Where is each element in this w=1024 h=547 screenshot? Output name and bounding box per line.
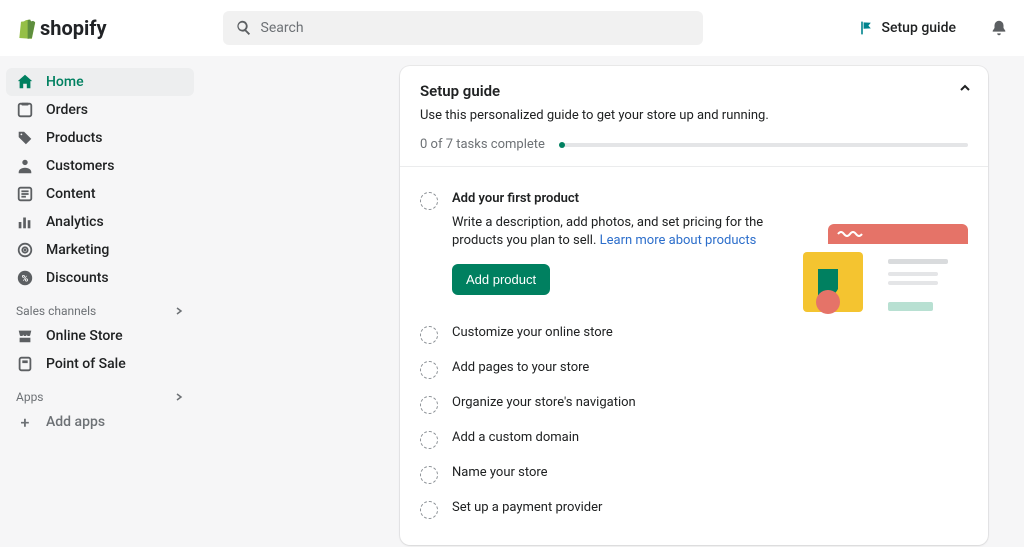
sidebar-item-analytics[interactable]: Analytics bbox=[6, 208, 194, 236]
search-icon bbox=[235, 19, 253, 37]
task-checkbox[interactable] bbox=[420, 396, 438, 414]
products-icon bbox=[16, 129, 34, 147]
flag-icon bbox=[858, 20, 874, 36]
task-checkbox[interactable] bbox=[420, 192, 438, 210]
analytics-icon bbox=[16, 213, 34, 231]
sidebar-item-products[interactable]: Products bbox=[6, 124, 194, 152]
customers-icon bbox=[16, 157, 34, 175]
online-store-icon bbox=[16, 327, 34, 345]
sidebar: Home Orders Products Customers Content A… bbox=[0, 56, 200, 545]
notifications-icon[interactable] bbox=[990, 19, 1008, 37]
task-checkbox[interactable] bbox=[420, 361, 438, 379]
setup-guide-title: Setup guide bbox=[420, 82, 968, 100]
sidebar-item-home[interactable]: Home bbox=[6, 68, 194, 96]
sidebar-item-orders[interactable]: Orders bbox=[6, 96, 194, 124]
task-add-pages[interactable]: Add pages to your store bbox=[420, 352, 968, 387]
progress-text: 0 of 7 tasks complete bbox=[420, 137, 545, 152]
setup-guide-link[interactable]: Setup guide bbox=[858, 20, 956, 36]
brand-name: shopify bbox=[40, 16, 107, 40]
chevron-up-icon bbox=[958, 81, 972, 95]
sidebar-item-online-store[interactable]: Online Store bbox=[6, 322, 194, 350]
shopify-bag-icon bbox=[16, 17, 36, 39]
sidebar-item-content[interactable]: Content bbox=[6, 180, 194, 208]
sidebar-item-discounts[interactable]: % Discounts bbox=[6, 264, 194, 292]
product-illustration bbox=[803, 224, 968, 334]
progress-bar bbox=[559, 143, 968, 147]
task-payment-provider[interactable]: Set up a payment provider bbox=[420, 492, 968, 527]
discounts-icon: % bbox=[16, 269, 34, 287]
task-name-store[interactable]: Name your store bbox=[420, 457, 968, 492]
task-checkbox[interactable] bbox=[420, 466, 438, 484]
orders-icon bbox=[16, 101, 34, 119]
svg-text:%: % bbox=[22, 275, 29, 285]
search-placeholder: Search bbox=[261, 20, 304, 36]
sidebar-item-add-apps[interactable]: + Add apps bbox=[6, 408, 194, 436]
sidebar-item-pos[interactable]: Point of Sale bbox=[6, 350, 194, 378]
task-organize-nav[interactable]: Organize your store's navigation bbox=[420, 387, 968, 422]
task-description: Write a description, add photos, and set… bbox=[452, 214, 772, 250]
home-icon bbox=[16, 73, 34, 91]
sidebar-item-customers[interactable]: Customers bbox=[6, 152, 194, 180]
marketing-icon bbox=[16, 241, 34, 259]
plus-icon: + bbox=[16, 413, 34, 431]
task-checkbox[interactable] bbox=[420, 431, 438, 449]
task-checkbox[interactable] bbox=[420, 326, 438, 344]
main-content: Setup guide Use this personalized guide … bbox=[200, 56, 1024, 545]
pos-icon bbox=[16, 355, 34, 373]
apps-header[interactable]: Apps bbox=[6, 378, 194, 408]
search-input[interactable]: Search bbox=[223, 11, 703, 45]
shopify-logo[interactable]: shopify bbox=[16, 16, 107, 40]
task-title: Add your first product bbox=[452, 191, 968, 206]
setup-guide-card: Setup guide Use this personalized guide … bbox=[400, 66, 988, 545]
task-custom-domain[interactable]: Add a custom domain bbox=[420, 422, 968, 457]
learn-more-link[interactable]: Learn more about products bbox=[600, 233, 757, 248]
chevron-right-icon bbox=[174, 306, 184, 316]
sales-channels-header[interactable]: Sales channels bbox=[6, 292, 194, 322]
sidebar-item-marketing[interactable]: Marketing bbox=[6, 236, 194, 264]
chevron-right-icon bbox=[174, 392, 184, 402]
content-icon bbox=[16, 185, 34, 203]
add-product-button[interactable]: Add product bbox=[452, 264, 550, 295]
collapse-button[interactable] bbox=[958, 80, 972, 99]
setup-guide-subtitle: Use this personalized guide to get your … bbox=[420, 108, 968, 123]
task-checkbox[interactable] bbox=[420, 501, 438, 519]
